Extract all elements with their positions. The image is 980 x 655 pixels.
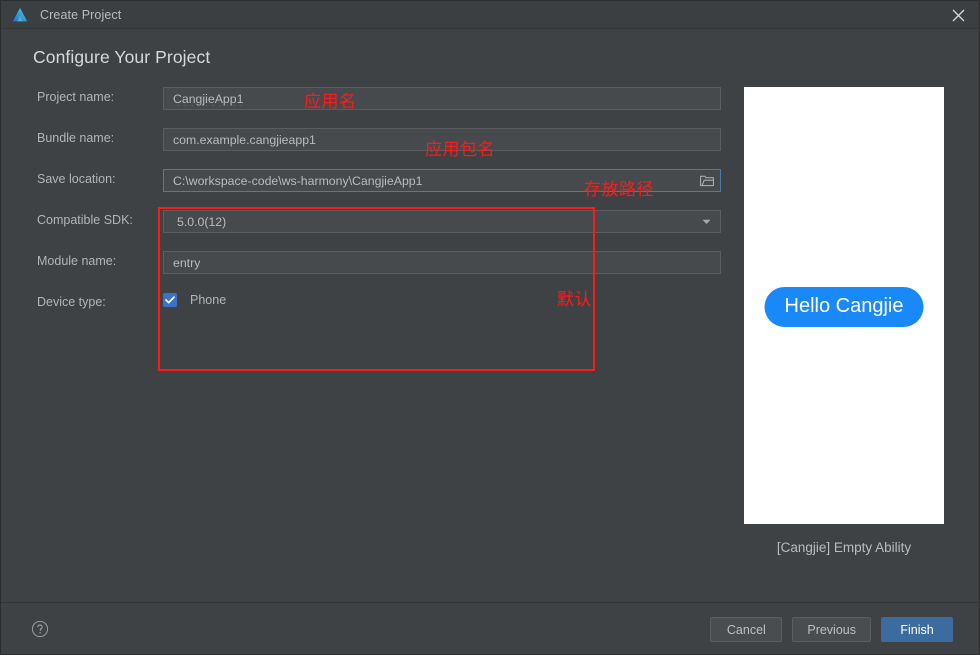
page-title: Configure Your Project bbox=[33, 47, 211, 67]
chevron-down-icon[interactable] bbox=[692, 211, 720, 232]
annotation-default: 默认 bbox=[557, 290, 592, 310]
hello-cangjie-pill: Hello Cangjie bbox=[764, 287, 924, 327]
previous-button[interactable]: Previous bbox=[792, 617, 871, 642]
finish-button[interactable]: Finish bbox=[881, 617, 953, 642]
compatible-sdk-select[interactable]: 5.0.0(12) bbox=[163, 210, 721, 233]
row-project-name: Project name: CangjieApp1 bbox=[1, 87, 741, 110]
dialog-footer: Cancel Previous Finish bbox=[1, 602, 979, 654]
annotation-package-name: 应用包名 bbox=[425, 140, 495, 160]
phone-preview-screen: Hello Cangjie bbox=[744, 87, 944, 524]
bundle-name-value: com.example.cangjieapp1 bbox=[173, 132, 316, 147]
preview-caption: [Cangjie] Empty Ability bbox=[776, 540, 912, 555]
row-bundle-name: Bundle name: com.example.cangjieapp1 bbox=[1, 128, 741, 151]
title-bar: Create Project bbox=[1, 1, 979, 29]
compatible-sdk-value: 5.0.0(12) bbox=[177, 214, 227, 229]
row-module-name: Module name: entry bbox=[1, 251, 741, 274]
project-name-value: CangjieApp1 bbox=[173, 91, 244, 106]
save-location-value: C:\workspace-code\ws-harmony\CangjieApp1 bbox=[173, 173, 423, 188]
project-preview: Hello Cangjie [Cangjie] Empty Ability bbox=[744, 87, 944, 555]
footer-buttons: Cancel Previous Finish bbox=[710, 617, 953, 642]
label-compatible-sdk: Compatible SDK: bbox=[37, 213, 133, 227]
label-save-location: Save location: bbox=[37, 172, 116, 186]
project-name-input[interactable]: CangjieApp1 bbox=[163, 87, 721, 110]
project-config-form: Project name: CangjieApp1 Bundle name: c… bbox=[1, 87, 741, 333]
help-circle-icon[interactable] bbox=[31, 620, 49, 638]
module-name-value: entry bbox=[173, 255, 201, 270]
checkmark-icon[interactable] bbox=[163, 293, 177, 307]
cancel-button[interactable]: Cancel bbox=[710, 617, 783, 642]
label-device-type: Device type: bbox=[37, 295, 106, 309]
device-type-phone-checkbox[interactable]: Phone bbox=[163, 293, 226, 307]
create-project-dialog: Create Project Configure Your Project Pr… bbox=[0, 0, 980, 655]
close-icon[interactable] bbox=[935, 1, 979, 29]
label-module-name: Module name: bbox=[37, 254, 117, 268]
label-project-name: Project name: bbox=[37, 90, 115, 104]
annotation-app-name: 应用名 bbox=[304, 92, 357, 112]
module-name-input[interactable]: entry bbox=[163, 251, 721, 274]
deveco-logo-icon bbox=[12, 7, 28, 21]
annotation-save-path: 存放路径 bbox=[584, 180, 654, 200]
device-type-phone-label: Phone bbox=[190, 293, 227, 307]
row-device-type: Device type: Phone bbox=[1, 292, 741, 315]
window-title: Create Project bbox=[40, 7, 122, 22]
row-compatible-sdk: Compatible SDK: 5.0.0(12) bbox=[1, 210, 741, 233]
label-bundle-name: Bundle name: bbox=[37, 131, 115, 145]
folder-icon[interactable] bbox=[694, 170, 720, 191]
